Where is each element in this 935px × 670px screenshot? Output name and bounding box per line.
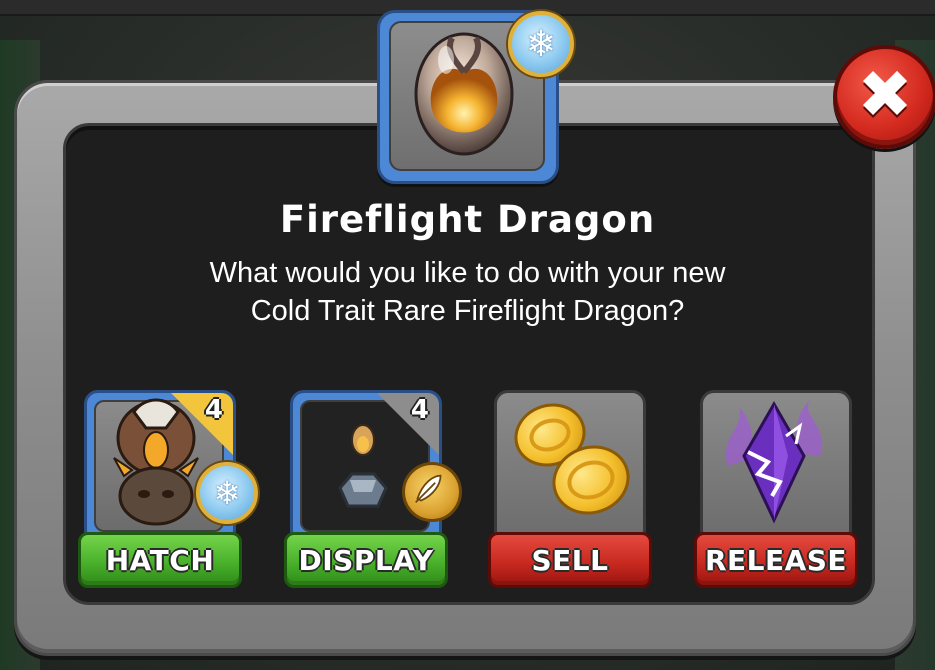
release-option[interactable]: RELEASE (694, 390, 858, 590)
snowflake-icon: ❄ (525, 23, 557, 65)
display-option[interactable]: 4 DISPLAY (284, 390, 462, 590)
description-line-2: Cold Trait Rare Fireflight Dragon? (250, 295, 685, 327)
display-count: 4 (410, 395, 429, 425)
coin-ring (525, 413, 575, 457)
egg-pedestal-icon (338, 424, 388, 508)
coin-ring (562, 454, 620, 506)
feather-icon (415, 474, 442, 503)
release-button[interactable]: RELEASE (694, 532, 858, 588)
sell-button[interactable]: SELL (488, 532, 652, 588)
snowflake-icon: ❄ (213, 474, 241, 512)
egg-icon (414, 32, 514, 156)
hatch-snowflake-badge: ❄ (196, 462, 258, 524)
display-feather-badge (402, 462, 462, 522)
close-icon: ✖ (857, 56, 913, 133)
dialog-title: Fireflight Dragon (279, 198, 656, 241)
close-button[interactable]: ✖ (833, 45, 935, 149)
hatch-option[interactable]: 4 ❄ HATCH (78, 390, 258, 590)
egg-snowflake-badge: ❄ (508, 11, 574, 77)
dialog-description: What would you like to do with your new … (60, 254, 875, 330)
description-line-1: What would you like to do with your new (209, 257, 726, 289)
dragon-icon (113, 398, 199, 526)
hatch-button[interactable]: HATCH (78, 532, 242, 588)
sell-option[interactable]: SELL (488, 390, 652, 590)
purple-crystal-icon (725, 400, 823, 524)
display-button[interactable]: DISPLAY (284, 532, 448, 588)
